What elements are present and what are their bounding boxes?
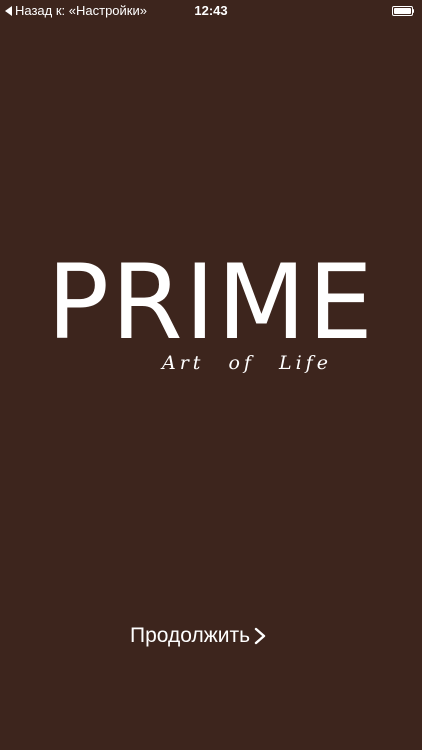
logo-title: PRIME [46, 243, 375, 363]
splash-screen: Назад к: «Настройки» 12:43 PRIME Art of … [0, 0, 422, 750]
chevron-right-icon [254, 627, 266, 645]
status-bar: Назад к: «Настройки» 12:43 [0, 0, 422, 22]
logo-subtitle: Art of Life [162, 352, 332, 374]
continue-button[interactable]: Продолжить [130, 620, 266, 652]
battery-fill [394, 8, 411, 14]
continue-button-label: Продолжить [130, 624, 251, 647]
battery-tip [412, 9, 414, 13]
status-time: 12:43 [194, 3, 228, 18]
battery-icon [392, 6, 414, 16]
